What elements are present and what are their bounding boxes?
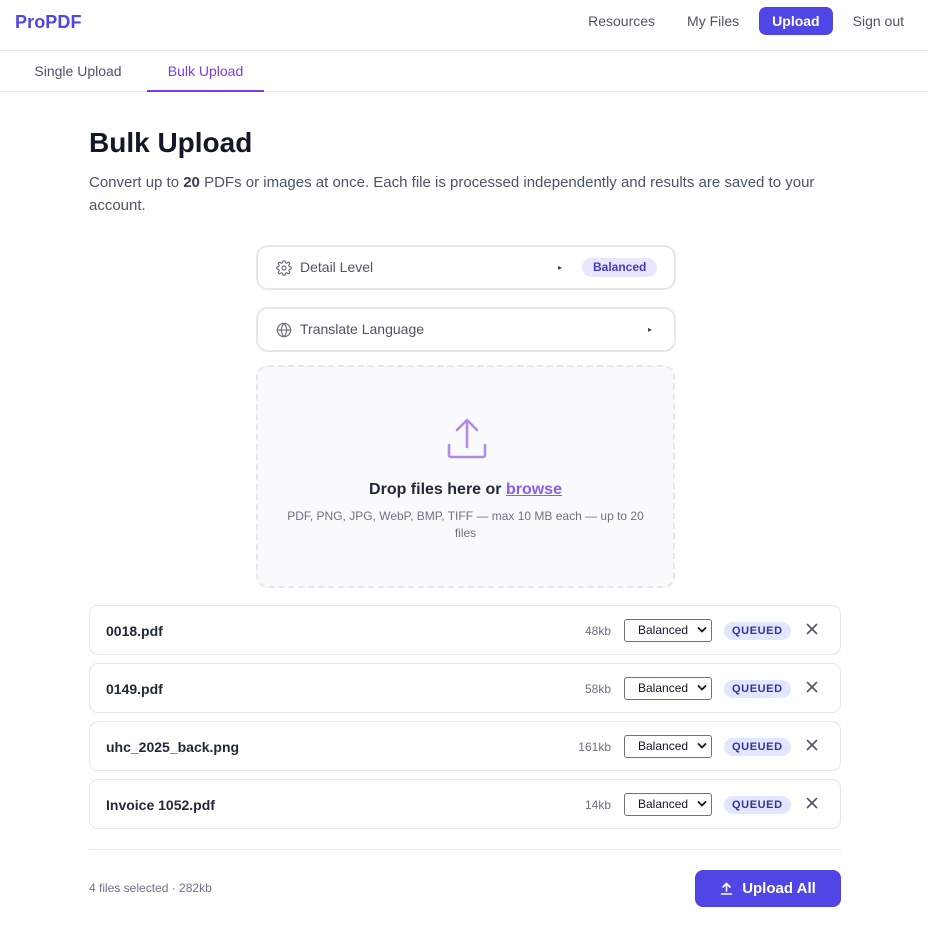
globe-icon: [276, 322, 292, 338]
chevron-down-icon: [697, 685, 707, 691]
tab-bulk-upload[interactable]: Bulk Upload: [147, 51, 264, 92]
upload-tabs: Single Upload Bulk Upload: [0, 51, 928, 92]
nav-upload-link[interactable]: Upload: [759, 7, 833, 35]
status-badge: QUEUED: [724, 796, 791, 814]
gear-icon: [276, 260, 292, 276]
subtitle-max-count: 20: [183, 174, 200, 191]
selection-summary: 4 files selected · 282kb: [89, 881, 212, 895]
remove-file-close-icon[interactable]: [806, 623, 818, 635]
file-size: 161kb: [578, 740, 611, 754]
chevron-down-icon: [697, 627, 707, 633]
detail-level-selector[interactable]: Detail Level ▸ Balanced: [256, 245, 676, 290]
caret-right-icon: ▸: [558, 263, 563, 272]
file-detail-value: Balanced: [638, 797, 689, 811]
chevron-down-icon: [697, 743, 707, 749]
remove-file-close-icon[interactable]: [806, 797, 818, 809]
dropzone-hint: PDF, PNG, JPG, WebP, BMP, TIFF — max 10 …: [287, 509, 644, 540]
dropzone-title: Drop files here or browse: [258, 481, 673, 499]
file-detail-select[interactable]: Balanced: [624, 677, 712, 700]
footer-divider: [89, 849, 841, 850]
file-detail-value: Balanced: [638, 681, 689, 695]
file-detail-select[interactable]: Balanced: [624, 735, 712, 758]
file-row: Invoice 1052.pdf 14kb Balanced QUEUED: [89, 779, 841, 829]
tab-single-upload[interactable]: Single Upload: [14, 51, 142, 92]
file-name: Invoice 1052.pdf: [106, 797, 215, 813]
nav-links: Resources My Files Upload Sign out: [572, 7, 904, 35]
file-row: 0149.pdf 58kb Balanced QUEUED: [89, 663, 841, 713]
upload-all-button[interactable]: Upload All: [695, 870, 841, 907]
file-detail-value: Balanced: [638, 623, 689, 637]
status-badge: QUEUED: [724, 622, 791, 640]
file-row: 0018.pdf 48kb Balanced QUEUED: [89, 605, 841, 655]
detail-level-value-badge: Balanced: [582, 258, 658, 277]
status-badge: QUEUED: [724, 738, 791, 756]
status-badge: QUEUED: [724, 680, 791, 698]
upload-icon: [720, 882, 733, 895]
remove-file-close-icon[interactable]: [806, 739, 818, 751]
detail-level-label: Detail Level: [300, 259, 374, 275]
translate-language-selector[interactable]: Translate Language ▸: [256, 307, 676, 352]
translate-language-label: Translate Language: [300, 321, 425, 337]
page-title: Bulk Upload: [89, 127, 253, 158]
upload-all-label: Upload All: [742, 880, 816, 897]
file-size: 14kb: [584, 798, 611, 812]
file-name: uhc_2025_back.png: [106, 739, 240, 755]
nav-sign-out-link[interactable]: Sign out: [837, 7, 904, 35]
subtitle-text-before: Convert up to: [89, 174, 184, 191]
remove-file-close-icon[interactable]: [806, 681, 818, 693]
file-size: 58kb: [584, 682, 611, 696]
file-row: uhc_2025_back.png 161kb Balanced QUEUED: [89, 721, 841, 771]
file-detail-select[interactable]: Balanced: [624, 619, 712, 642]
page-subtitle: Convert up to 20 PDFs or images at once.…: [89, 171, 829, 217]
caret-right-icon: ▸: [648, 325, 653, 334]
chevron-down-icon: [697, 801, 707, 807]
browse-link[interactable]: browse: [506, 481, 562, 498]
file-size: 48kb: [584, 624, 611, 638]
nav-resources-link[interactable]: Resources: [572, 7, 671, 35]
dropzone-title-prefix: Drop files here or: [369, 481, 506, 498]
file-name: 0018.pdf: [106, 623, 163, 639]
brand-logo[interactable]: ProPDF: [15, 12, 82, 33]
file-detail-value: Balanced: [638, 739, 689, 753]
file-name: 0149.pdf: [106, 681, 163, 697]
file-dropzone[interactable]: Drop files here or browse PDF, PNG, JPG,…: [256, 365, 675, 588]
top-nav: ProPDF Resources My Files Upload Sign ou…: [0, 0, 928, 51]
nav-my-files-link[interactable]: My Files: [671, 7, 755, 35]
file-detail-select[interactable]: Balanced: [624, 793, 712, 816]
upload-icon: [447, 418, 487, 459]
